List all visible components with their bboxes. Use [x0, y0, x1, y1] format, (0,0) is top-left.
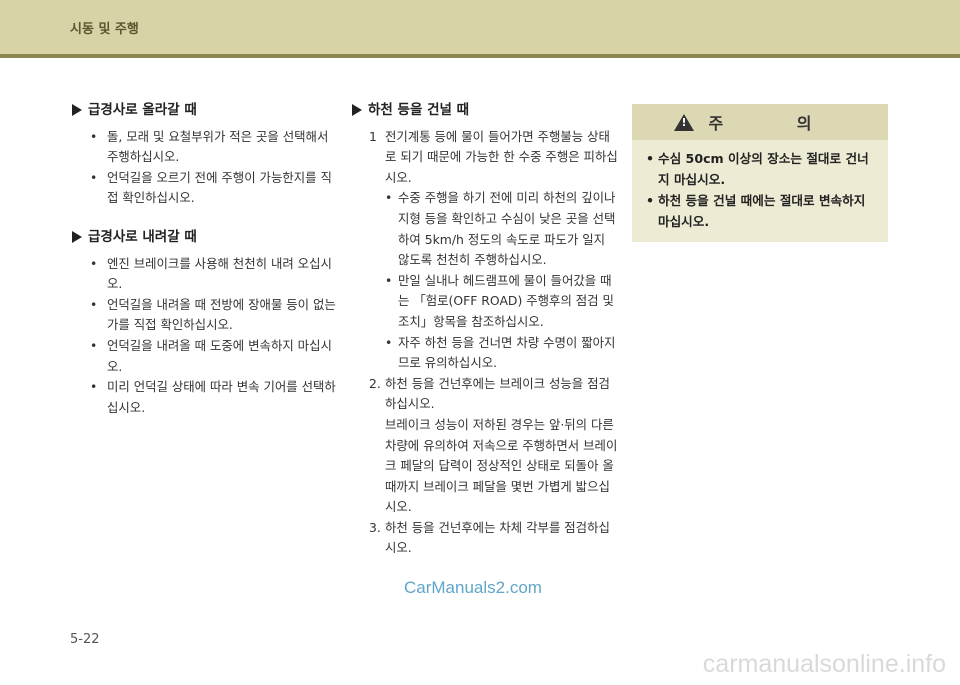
sub-item: 만일 실내나 헤드램프에 물이 들어갔을 때는 「험로(OFF ROAD) 주행…	[385, 271, 618, 333]
uphill-list: 돌, 모래 및 요철부위가 적은 곳을 선택해서 주행하십시오. 언덕길을 오르…	[72, 127, 336, 209]
caution-title: 주 의	[708, 114, 846, 133]
page-number: 5-22	[70, 632, 100, 647]
caution-box: 주 의 수심 50cm 이상의 장소는 절대로 건너지 마십시오. 하천 등을 …	[632, 104, 888, 242]
step-item: 2. 하천 등을 건넌후에는 브레이크 성능을 점검하십시오. 브레이크 성능이…	[352, 374, 618, 518]
caution-list: 수심 50cm 이상의 장소는 절대로 건너지 마십시오. 하천 등을 건널 때…	[632, 140, 888, 232]
step-text: 하천 등을 건넌후에는 차체 각부를 점검하십시오.	[385, 519, 610, 556]
header-rule	[0, 54, 960, 58]
section-title-downhill: 급경사로 내려갈 때	[72, 227, 336, 248]
downhill-list: 엔진 브레이크를 사용해 천천히 내려 오십시오. 언덕길을 내려올 때 전방에…	[72, 254, 336, 419]
list-item: 언덕길을 내려올 때 도중에 변속하지 마십시오.	[72, 336, 336, 377]
step-item: 3. 하천 등을 건넌후에는 차체 각부를 점검하십시오.	[352, 518, 618, 559]
list-item: 언덕길을 오르기 전에 주행이 가능한지를 직접 확인하십시오.	[72, 168, 336, 209]
arrow-right-icon	[72, 104, 82, 117]
list-item: 미리 언덕길 상태에 따라 변속 기어를 선택하십시오.	[72, 377, 336, 418]
watermark-link[interactable]: CarManuals2.com	[404, 578, 542, 598]
warning-triangle-icon	[674, 113, 695, 131]
step-text: 전기계통 등에 물이 들어가면 주행불능 상태로 되기 때문에 가능한 한 수중…	[385, 128, 618, 185]
middle-column: 하천 등을 건널 때 1 전기계통 등에 물이 들어가면 주행불능 상태로 되기…	[352, 100, 618, 559]
step-extra-text: 브레이크 성능이 저하된 경우는 앞·뒤의 다른 차량에 유의하여 저속으로 주…	[385, 416, 618, 515]
list-item: 엔진 브레이크를 사용해 천천히 내려 오십시오.	[72, 254, 336, 295]
caution-item: 하천 등을 건널 때에는 절대로 변속하지 마십시오.	[646, 190, 878, 232]
step-item: 1 전기계통 등에 물이 들어가면 주행불능 상태로 되기 때문에 가능한 한 …	[352, 127, 618, 374]
river-steps: 1 전기계통 등에 물이 들어가면 주행불능 상태로 되기 때문에 가능한 한 …	[352, 127, 618, 559]
list-item: 언덕길을 내려올 때 전방에 장애물 등이 없는가를 직접 확인하십시오.	[72, 295, 336, 336]
step-sub-list: 수중 주행을 하기 전에 미리 하천의 깊이나 지형 등을 확인하고 수심이 낮…	[385, 188, 618, 373]
step-number: 2.	[369, 375, 381, 391]
page-header: 시동 및 주행	[0, 0, 960, 54]
list-item: 돌, 모래 및 요철부위가 적은 곳을 선택해서 주행하십시오.	[72, 127, 336, 168]
step-number: 3.	[369, 519, 381, 535]
left-column: 급경사로 올라갈 때 돌, 모래 및 요철부위가 적은 곳을 선택해서 주행하십…	[72, 100, 336, 436]
sub-item: 자주 하천 등을 건너면 차량 수명이 짧아지므로 유의하십시오.	[385, 333, 618, 374]
step-number: 1	[369, 128, 377, 144]
arrow-right-icon	[72, 231, 82, 244]
section-title-river: 하천 등을 건널 때	[352, 100, 618, 121]
arrow-right-icon	[352, 104, 362, 117]
footer-watermark: carmanualsonline.info	[702, 650, 946, 678]
caution-item: 수심 50cm 이상의 장소는 절대로 건너지 마십시오.	[646, 148, 878, 190]
section-title-uphill: 급경사로 올라갈 때	[72, 100, 336, 121]
header-title: 시동 및 주행	[70, 22, 139, 37]
step-text: 하천 등을 건넌후에는 브레이크 성능을 점검하십시오.	[385, 375, 610, 412]
caution-header: 주 의	[632, 104, 888, 140]
sub-item: 수중 주행을 하기 전에 미리 하천의 깊이나 지형 등을 확인하고 수심이 낮…	[385, 188, 618, 270]
